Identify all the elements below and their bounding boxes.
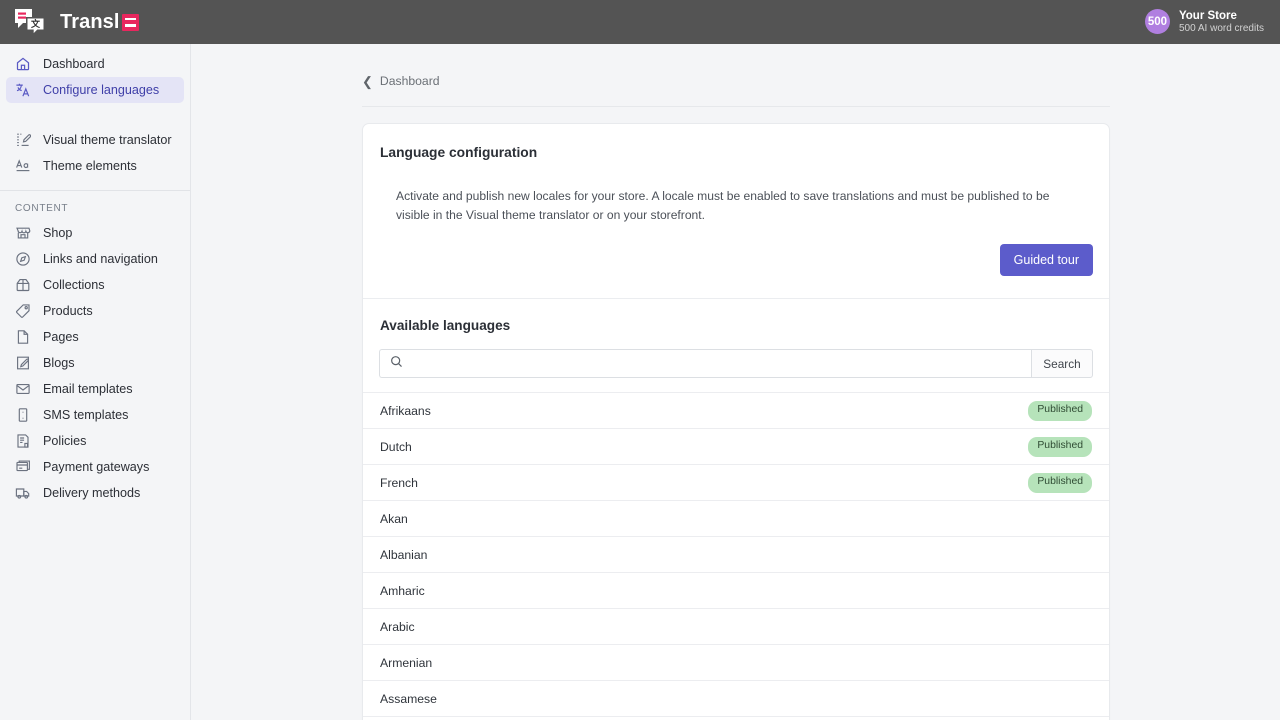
sidebar-item-label: Blogs: [43, 356, 75, 370]
search-input[interactable]: [411, 350, 1021, 377]
theme-edit-icon: [14, 132, 31, 149]
compass-icon: [14, 251, 31, 268]
sidebar-item-payment-gateways[interactable]: Payment gateways: [6, 454, 184, 480]
language-name: Albanian: [380, 548, 427, 562]
search-button[interactable]: Search: [1031, 349, 1093, 378]
status-badge: Published: [1028, 401, 1092, 420]
translate-speech-bubbles-icon: 文: [13, 7, 51, 37]
phone-icon: [14, 407, 31, 424]
table-row[interactable]: Assamese: [363, 680, 1109, 716]
sidebar-item-label: Shop: [43, 226, 72, 240]
sidebar-item-visual-theme-translator[interactable]: Visual theme translator: [6, 127, 184, 153]
table-row[interactable]: Akan: [363, 500, 1109, 536]
sidebar-item-theme-elements[interactable]: Theme elements: [6, 153, 184, 179]
envelope-icon: [14, 381, 31, 398]
table-row[interactable]: Dutch Published: [363, 428, 1109, 464]
sidebar-item-collections[interactable]: Collections: [6, 272, 184, 298]
sidebar-item-label: Collections: [43, 278, 105, 292]
sidebar-item-pages[interactable]: Pages: [6, 324, 184, 350]
language-name: Afrikaans: [380, 404, 431, 418]
sidebar-item-label: Email templates: [43, 382, 133, 396]
language-name: Arabic: [380, 620, 415, 634]
sidebar-item-label: Delivery methods: [43, 486, 140, 500]
table-row[interactable]: Albanian: [363, 536, 1109, 572]
sidebar-item-label: Visual theme translator: [43, 133, 172, 147]
language-name: Akan: [380, 512, 408, 526]
table-row[interactable]: Armenian: [363, 644, 1109, 680]
store-name: Your Store: [1179, 9, 1264, 23]
sidebar-item-label: Dashboard: [43, 57, 105, 71]
sidebar-item-label: Policies: [43, 434, 86, 448]
sidebar-item-policies[interactable]: Policies: [6, 428, 184, 454]
typography-icon: [14, 158, 31, 175]
language-search-bar: Search: [379, 349, 1093, 378]
sidebar-item-label: Theme elements: [43, 159, 137, 173]
sidebar-item-sms-templates[interactable]: SMS templates: [6, 402, 184, 428]
policy-document-icon: [14, 433, 31, 450]
tag-icon: [14, 303, 31, 320]
language-name: Amharic: [380, 584, 425, 598]
page-icon: [14, 329, 31, 346]
collections-icon: [14, 277, 31, 294]
card-description: Activate and publish new locales for you…: [363, 160, 1109, 224]
sidebar-navigation: Dashboard Configure languages Visual the…: [0, 44, 191, 720]
top-header-bar: 文 Transl 500 Your Store 500 AI word cred…: [0, 0, 1280, 44]
sidebar-item-products[interactable]: Products: [6, 298, 184, 324]
available-languages-title: Available languages: [363, 299, 1109, 333]
table-row[interactable]: Amharic: [363, 572, 1109, 608]
language-configuration-card: Language configuration Activate and publ…: [362, 123, 1110, 720]
guided-tour-button[interactable]: Guided tour: [1000, 244, 1093, 276]
sidebar-item-delivery-methods[interactable]: Delivery methods: [6, 480, 184, 506]
sidebar-item-label: Links and navigation: [43, 252, 158, 266]
breadcrumb-dashboard-link[interactable]: ❮ Dashboard: [191, 44, 440, 88]
sidebar-item-label: Pages: [43, 330, 79, 344]
language-name: Dutch: [380, 440, 412, 454]
truck-icon: [14, 485, 31, 502]
translate-badge-icon: [122, 14, 139, 31]
store-account[interactable]: 500 Your Store 500 AI word credits: [1145, 9, 1280, 35]
language-name: Armenian: [380, 656, 432, 670]
sidebar-item-links-and-navigation[interactable]: Links and navigation: [6, 246, 184, 272]
language-name: French: [380, 476, 418, 490]
sidebar-item-blogs[interactable]: Blogs: [6, 350, 184, 376]
language-name: Assamese: [380, 692, 437, 706]
sidebar-item-configure-languages[interactable]: Configure languages: [6, 77, 184, 103]
brand-name-text: Transl: [60, 11, 120, 34]
brand-name: Transl: [60, 11, 139, 34]
sidebar-item-dashboard[interactable]: Dashboard: [6, 51, 184, 77]
breadcrumb-divider: [362, 106, 1110, 107]
search-icon: [390, 355, 403, 373]
credit-count-badge: 500: [1145, 9, 1170, 34]
main-content-area: ❮ Dashboard Language configuration Activ…: [191, 44, 1280, 720]
home-icon: [14, 56, 31, 73]
status-badge: Published: [1028, 473, 1092, 492]
chevron-left-icon: ❮: [362, 75, 373, 88]
sidebar-item-label: Products: [43, 304, 93, 318]
translate-icon: [14, 82, 31, 99]
blog-edit-icon: [14, 355, 31, 372]
shop-icon: [14, 225, 31, 242]
sidebar-group-title-content: CONTENT: [0, 191, 190, 220]
search-field-wrapper[interactable]: [379, 349, 1031, 378]
sidebar-item-email-templates[interactable]: Email templates: [6, 376, 184, 402]
page-title: Language configuration: [363, 124, 1109, 160]
brand-logo[interactable]: 文 Transl: [0, 0, 139, 44]
payment-card-icon: [14, 459, 31, 476]
table-row[interactable]: French Published: [363, 464, 1109, 500]
store-credits-label: 500 AI word credits: [1179, 23, 1264, 35]
table-row[interactable]: [363, 716, 1109, 720]
sidebar-item-label: SMS templates: [43, 408, 128, 422]
sidebar-item-shop[interactable]: Shop: [6, 220, 184, 246]
svg-text:文: 文: [30, 18, 41, 30]
status-badge: Published: [1028, 437, 1092, 456]
available-languages-list: Afrikaans Published Dutch Published French Pu…: [363, 392, 1109, 720]
sidebar-item-label: Payment gateways: [43, 460, 149, 474]
table-row[interactable]: Arabic: [363, 608, 1109, 644]
table-row[interactable]: Afrikaans Published: [363, 392, 1109, 428]
sidebar-item-label: Configure languages: [43, 83, 159, 97]
breadcrumb-label: Dashboard: [380, 74, 440, 88]
